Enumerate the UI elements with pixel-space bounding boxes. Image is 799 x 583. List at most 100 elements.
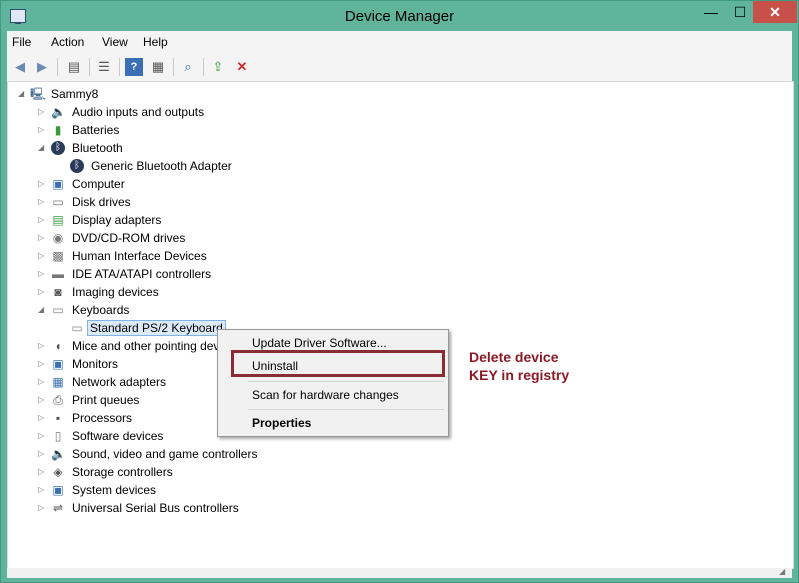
scan-hardware-icon[interactable]: ⌕ <box>179 58 197 76</box>
expand-arrow-icon[interactable]: ▷ <box>38 197 46 207</box>
node-label: Sound, video and game controllers <box>72 447 258 461</box>
menu-view[interactable]: View <box>102 35 128 49</box>
annotation-note: Delete device KEY in registry <box>469 348 569 384</box>
menu-item-update-driver[interactable]: Update Driver Software... <box>252 336 387 350</box>
tree-node-generic-bluetooth-adapter[interactable]: ᛒ Generic Bluetooth Adapter <box>8 157 308 175</box>
tree-node-display-adapters[interactable]: ▷ ▤ Display adapters <box>8 211 308 229</box>
menu-item-uninstall[interactable]: Uninstall <box>252 359 298 373</box>
expand-arrow-icon[interactable]: ▷ <box>38 125 46 135</box>
menu-action[interactable]: Action <box>51 35 84 49</box>
help-icon[interactable]: ? <box>125 58 143 76</box>
tree-node-batteries[interactable]: ▷ ▮ Batteries <box>8 121 308 139</box>
maximize-button[interactable]: ☐ <box>726 1 754 23</box>
device-tree-pane[interactable]: ◢ 🖳 Sammy8 ▷ 🔈 Audio inputs and outputs … <box>7 81 794 569</box>
toolbar-separator <box>57 58 58 76</box>
tree-node-bluetooth[interactable]: ◢ ᛒ Bluetooth <box>8 139 308 157</box>
bluetooth-icon: ᛒ <box>70 159 84 173</box>
menu-help[interactable]: Help <box>143 35 168 49</box>
expand-arrow-icon[interactable]: ▷ <box>38 485 46 495</box>
expand-arrow-icon[interactable]: ▷ <box>38 503 46 513</box>
tree-node-disk-drives[interactable]: ▷ ▭ Disk drives <box>8 193 308 211</box>
annotation-line-1: Delete device <box>469 349 559 365</box>
root-label: Sammy8 <box>51 87 99 101</box>
close-button[interactable]: ✕ <box>753 1 797 23</box>
resize-grip-icon[interactable]: ◢ <box>779 568 789 576</box>
node-label: Storage controllers <box>72 465 173 479</box>
status-bar: ◢ <box>7 568 792 578</box>
context-menu: Update Driver Software... Uninstall Scan… <box>217 329 449 437</box>
node-label: Processors <box>72 411 133 425</box>
expand-arrow-icon[interactable]: ▷ <box>38 107 46 117</box>
node-label: Computer <box>72 177 125 191</box>
tree-node-usb-controllers[interactable]: ▷ ⇌ Universal Serial Bus controllers <box>8 499 308 517</box>
title-bar[interactable]: Device Manager — ☐ ✕ <box>1 1 798 31</box>
expand-arrow-icon[interactable]: ▷ <box>38 413 46 423</box>
tree-node-sound-video-game[interactable]: ▷ 🔈 Sound, video and game controllers <box>8 445 308 463</box>
display-icon: ▤ <box>52 213 64 227</box>
tree-node-audio[interactable]: ▷ 🔈 Audio inputs and outputs <box>8 103 308 121</box>
expand-arrow-icon[interactable]: ▷ <box>38 341 46 351</box>
minimize-button[interactable]: — <box>697 1 725 23</box>
menu-item-properties[interactable]: Properties <box>252 416 311 430</box>
node-label: Network adapters <box>72 375 167 389</box>
expand-arrow-icon[interactable]: ▷ <box>38 359 46 369</box>
tree-node-ide[interactable]: ▷ ▬ IDE ATA/ATAPI controllers <box>8 265 308 283</box>
node-label: Imaging devices <box>72 285 159 299</box>
annotation-line-2: KEY in registry <box>469 367 570 383</box>
uninstall-icon[interactable]: ✕ <box>233 58 251 76</box>
update-driver-icon[interactable]: ⇪ <box>209 58 227 76</box>
toolbar-separator <box>89 58 90 76</box>
expand-arrow-icon[interactable]: ▷ <box>38 449 46 459</box>
storage-icon: ◈ <box>53 465 63 479</box>
back-icon[interactable]: ◀ <box>11 58 29 76</box>
details-view-icon[interactable]: ▦ <box>149 58 167 76</box>
tree-node-computer[interactable]: ▷ ▣ Computer <box>8 175 308 193</box>
node-label: Batteries <box>72 123 120 137</box>
usb-icon: ⇌ <box>52 501 64 515</box>
mouse-icon: ◖ <box>54 339 62 353</box>
camera-icon: ◙ <box>54 285 62 299</box>
tree-node-system-devices[interactable]: ▷ ▣ System devices <box>8 481 308 499</box>
menu-separator <box>248 381 444 382</box>
node-label: IDE ATA/ATAPI controllers <box>72 267 212 281</box>
network-icon: ▦ <box>52 375 64 389</box>
expand-arrow-icon[interactable]: ▷ <box>38 251 46 261</box>
bluetooth-icon: ᛒ <box>51 141 65 155</box>
tree-node-dvd-drives[interactable]: ▷ ◉ DVD/CD-ROM drives <box>8 229 308 247</box>
node-label-selected: Standard PS/2 Keyboard <box>87 320 226 336</box>
keyboard-icon: ▭ <box>52 303 64 317</box>
expand-arrow-icon[interactable]: ▷ <box>38 467 46 477</box>
properties-view-icon[interactable]: ▤ <box>65 58 83 76</box>
expand-arrow-icon[interactable]: ▷ <box>38 431 46 441</box>
expand-arrow-icon[interactable]: ▷ <box>38 377 46 387</box>
tree-node-keyboards[interactable]: ◢ ▭ Keyboards <box>8 301 308 319</box>
expand-arrow-icon[interactable]: ▷ <box>38 287 46 297</box>
node-label: Human Interface Devices <box>72 249 207 263</box>
node-label: Print queues <box>72 393 140 407</box>
tree-node-hid[interactable]: ▷ ▩ Human Interface Devices <box>8 247 308 265</box>
expand-arrow-icon[interactable]: ▷ <box>38 269 46 279</box>
processor-icon: ▪ <box>55 411 61 425</box>
battery-icon: ▮ <box>54 123 62 137</box>
tree-root[interactable]: ◢ 🖳 Sammy8 <box>8 85 308 103</box>
sound-icon: 🔈 <box>51 447 66 461</box>
window-title: Device Manager <box>344 8 455 25</box>
node-label: Audio inputs and outputs <box>72 105 205 119</box>
tree-node-storage-controllers[interactable]: ▷ ◈ Storage controllers <box>8 463 308 481</box>
expand-arrow-icon[interactable]: ▷ <box>38 215 46 225</box>
collapse-arrow-icon[interactable]: ◢ <box>18 89 26 99</box>
collapse-arrow-icon[interactable]: ◢ <box>38 143 46 153</box>
forward-icon[interactable]: ▶ <box>33 58 51 76</box>
node-label: Display adapters <box>72 213 162 227</box>
menu-item-scan-hardware[interactable]: Scan for hardware changes <box>252 388 399 402</box>
tree-node-imaging-devices[interactable]: ▷ ◙ Imaging devices <box>8 283 308 301</box>
collapse-arrow-icon[interactable]: ◢ <box>38 305 46 315</box>
menu-file[interactable]: File <box>12 35 31 49</box>
hid-icon: ▩ <box>52 249 64 263</box>
keyboard-icon: ▭ <box>71 321 83 335</box>
expand-arrow-icon[interactable]: ▷ <box>38 233 46 243</box>
list-view-icon[interactable]: ☰ <box>95 58 113 76</box>
node-label: Bluetooth <box>72 141 123 155</box>
expand-arrow-icon[interactable]: ▷ <box>38 179 46 189</box>
expand-arrow-icon[interactable]: ▷ <box>38 395 46 405</box>
